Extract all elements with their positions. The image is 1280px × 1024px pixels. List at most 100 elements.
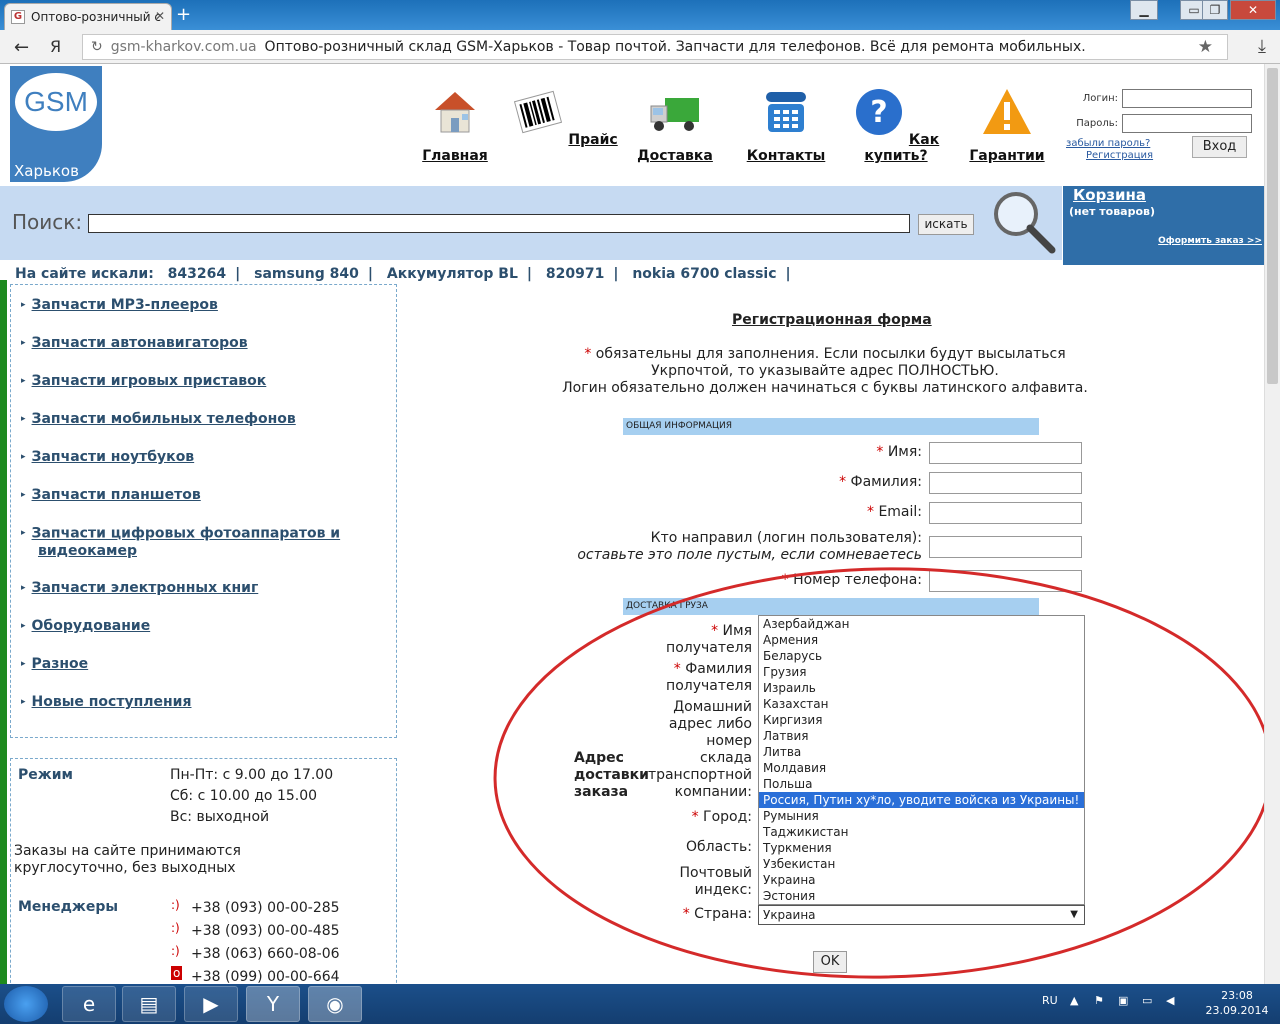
name-input[interactable] <box>929 442 1082 464</box>
bookmark-star-icon[interactable]: ★ <box>1198 37 1213 57</box>
country-option[interactable]: Израиль <box>759 680 1084 696</box>
recent-search-item[interactable]: Аккумулятор BL <box>387 266 518 282</box>
country-option[interactable]: Армения <box>759 632 1084 648</box>
country-option[interactable]: Польша <box>759 776 1084 792</box>
category-item[interactable]: ▸ Оборудование <box>21 618 150 634</box>
nav-warranty-label[interactable]: Гарантии <box>969 148 1044 164</box>
yandex-icon[interactable]: Я <box>50 37 61 56</box>
nav-price[interactable]: Прайс <box>510 86 620 148</box>
category-item[interactable]: ▸ Запчасти ноутбуков <box>21 449 194 465</box>
surname-input[interactable] <box>929 472 1082 494</box>
tab-bar: G Оптово-розничный с ✕ + ▁ ▭ ❐ ✕ <box>0 0 1280 30</box>
scrollbar[interactable] <box>1264 64 1280 984</box>
action-center-icon[interactable]: ⚑ <box>1094 994 1104 1007</box>
search-label: Поиск: <box>12 210 83 234</box>
country-option[interactable]: Беларусь <box>759 648 1084 664</box>
login-button[interactable]: Вход <box>1192 136 1247 158</box>
search-button[interactable]: искать <box>918 214 974 235</box>
back-arrow-icon[interactable]: ← <box>14 37 29 58</box>
category-item[interactable]: ▸ Запчасти игровых приставок <box>21 373 266 389</box>
category-item[interactable]: ▸ Запчасти MP3-плееров <box>21 297 218 313</box>
country-option[interactable]: Россия, Путин ху*ло, уводите войска из У… <box>759 792 1084 808</box>
url-field[interactable]: ↻ gsm-kharkov.com.ua Оптово-розничный ск… <box>82 34 1228 60</box>
country-option[interactable]: Киргизия <box>759 712 1084 728</box>
recent-search-item[interactable]: samsung 840 <box>254 266 359 282</box>
yandex-browser-icon[interactable]: Y <box>246 986 300 1022</box>
recent-search-item[interactable]: nokia 6700 classic <box>632 266 776 282</box>
country-option[interactable]: Казахстан <box>759 696 1084 712</box>
category-item[interactable]: ▸ Разное <box>21 656 88 672</box>
nav-contacts[interactable]: Контакты <box>731 86 841 164</box>
recent-searches-label: На сайте искали: <box>15 266 154 282</box>
question-icon: ? <box>855 89 902 135</box>
schedule-label: Режим <box>18 767 73 783</box>
site-logo[interactable]: GSM Харьков <box>10 66 102 182</box>
checkout-link[interactable]: Оформить заказ >> <box>1158 236 1262 246</box>
nav-warranty[interactable]: Гарантии <box>952 86 1062 164</box>
nav-contacts-label[interactable]: Контакты <box>747 148 826 164</box>
new-tab-icon[interactable]: + <box>176 6 191 24</box>
window-close-icon[interactable]: ✕ <box>1230 0 1276 20</box>
email-input[interactable] <box>929 502 1082 524</box>
maximize-icon[interactable]: ❐ <box>1202 0 1228 20</box>
home-address-label: Домашний адрес либо номер склада транспортно… <box>647 699 752 800</box>
category-item[interactable]: ▸ Новые поступления <box>21 694 191 710</box>
section-delivery: ДОСТАВКА ГРУЗА <box>623 598 1039 615</box>
nav-delivery[interactable]: Доставка <box>620 86 730 164</box>
scrollbar-thumb[interactable] <box>1267 68 1278 384</box>
nav-how-to-buy[interactable]: ? Как купить? <box>841 86 951 164</box>
category-item[interactable]: ▸ Запчасти автонавигаторов <box>21 335 248 351</box>
country-option[interactable]: Таджикистан <box>759 824 1084 840</box>
search-input[interactable] <box>88 214 910 233</box>
network-icon[interactable]: ▣ <box>1118 994 1128 1007</box>
country-option[interactable]: Молдавия <box>759 760 1084 776</box>
close-tab-icon[interactable]: ✕ <box>155 9 165 23</box>
category-item[interactable]: ▸ Запчасти электронных книг <box>21 580 258 596</box>
media-player-icon[interactable]: ▶ <box>184 986 238 1022</box>
ok-button[interactable]: OK <box>813 951 847 973</box>
category-item[interactable]: ▸ Запчасти мобильных телефонов <box>21 411 296 427</box>
clock[interactable]: 23:08 23.09.2014 <box>1202 988 1272 1018</box>
reload-icon[interactable]: ↻ <box>91 39 103 55</box>
login-label: Логин: <box>1082 93 1118 104</box>
volume-icon[interactable]: ◀ <box>1166 994 1174 1007</box>
nav-home-label[interactable]: Главная <box>422 148 488 164</box>
country-option[interactable]: Туркмения <box>759 840 1084 856</box>
barcode-icon <box>514 90 563 134</box>
phone-number: +38 (063) 660-08-06 <box>191 946 340 962</box>
language-indicator[interactable]: RU <box>1042 994 1058 1007</box>
nav-delivery-label[interactable]: Доставка <box>637 148 713 164</box>
password-input[interactable] <box>1122 114 1252 133</box>
category-item[interactable]: ▸ Запчасти планшетов <box>21 487 201 503</box>
login-input[interactable] <box>1122 89 1252 108</box>
recent-search-item[interactable]: 820971 <box>546 266 604 282</box>
country-option[interactable]: Эстония <box>759 888 1084 904</box>
country-option[interactable]: Грузия <box>759 664 1084 680</box>
minimize-icon[interactable]: ▁ <box>1130 0 1158 20</box>
recent-search-item[interactable]: 843264 <box>168 266 226 282</box>
country-option[interactable]: Латвия <box>759 728 1084 744</box>
country-option[interactable]: Азербайджан <box>759 616 1084 632</box>
country-option[interactable]: Узбекистан <box>759 856 1084 872</box>
country-dropdown-list[interactable]: Азербайджан Армения Беларусь Грузия Израиль К… <box>758 615 1085 905</box>
referrer-input[interactable] <box>929 536 1082 558</box>
phone-number: +38 (099) 00-00-664 <box>191 969 340 984</box>
country-option[interactable]: Литва <box>759 744 1084 760</box>
phone-input[interactable] <box>929 570 1082 592</box>
category-item[interactable]: ▸ Запчасти цифровых фотоаппаратов и видеок… <box>21 525 340 560</box>
start-button-icon[interactable] <box>4 986 48 1022</box>
chrome-icon[interactable]: ◉ <box>308 986 362 1022</box>
nav-price-label[interactable]: Прайс <box>568 132 617 148</box>
explorer-folder-icon[interactable]: ▤ <box>122 986 176 1022</box>
schedule-line: Сб: с 10.00 до 15.00 <box>170 788 318 804</box>
country-option[interactable]: Румыния <box>759 808 1084 824</box>
country-option[interactable]: Украина <box>759 872 1084 888</box>
tray-expand-icon[interactable]: ▲ <box>1070 994 1078 1007</box>
display-icon[interactable]: ▭ <box>1142 994 1152 1007</box>
nav-home[interactable]: Главная <box>400 86 510 164</box>
country-select[interactable]: Украина ▼ <box>758 905 1085 925</box>
ie-icon[interactable]: e <box>62 986 116 1022</box>
download-icon[interactable]: ⤓ <box>1258 36 1266 57</box>
browser-tab[interactable]: G Оптово-розничный с ✕ <box>4 3 172 30</box>
cart-title[interactable]: Корзина <box>1073 186 1146 204</box>
